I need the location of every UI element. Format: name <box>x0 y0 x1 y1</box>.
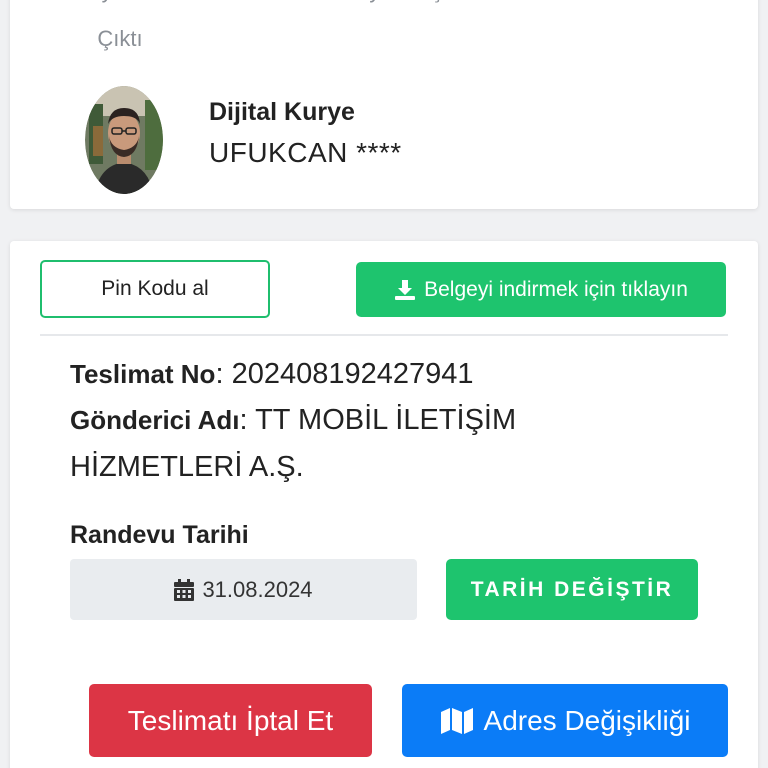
sender-name-label: Gönderici Adı <box>70 405 240 435</box>
step-on-the-way-label-bottom: Çıktı <box>97 26 143 51</box>
step-on-the-way-label-top: Kurye Yola <box>40 0 200 8</box>
calendar-icon <box>174 578 195 601</box>
sender-name-value-line2: HİZMETLERİ A.Ş. <box>70 451 304 483</box>
cancel-delivery-label: Teslimatı İptal Et <box>127 704 334 736</box>
divider <box>40 334 728 336</box>
appointment-date-field[interactable]: 31.08.2024 <box>70 559 417 620</box>
avatar <box>85 86 163 194</box>
address-change-button[interactable]: Adres Değişikliği <box>402 684 728 757</box>
delivery-number-label: Teslimat No <box>70 359 216 389</box>
appointment-date-value: 31.08.2024 <box>202 576 313 602</box>
delivery-tracking-page: Kurye Yola Çıktı Kurye Ulaştı Tamamlandı <box>0 0 768 768</box>
sender-name-value-line1: TT MOBİL İLETİŞİM <box>255 404 517 436</box>
appointment-date-label: Randevu Tarihi <box>70 521 249 549</box>
get-pin-code-button[interactable]: Pin Kodu al <box>40 260 270 318</box>
get-pin-code-label: Pin Kodu al <box>101 277 209 300</box>
download-document-button[interactable]: Belgeyi indirmek için tıklayın <box>356 262 726 317</box>
courier-card: Kurye Yola Çıktı Kurye Ulaştı Tamamlandı <box>10 0 760 209</box>
courier-role: Dijital Kurye <box>209 98 355 126</box>
sender-name: Gönderici Adı: TT MOBİL İLETİŞİM <box>70 404 517 436</box>
courier-name: UFUKCAN **** <box>209 137 402 168</box>
step-arrived-label: Kurye Ulaştı <box>295 0 495 8</box>
step-completed-label: Tamamlandı <box>570 0 760 8</box>
delivery-details-card: Pin Kodu al Belgeyi indirmek için tıklay… <box>10 241 758 768</box>
map-icon <box>440 707 473 734</box>
change-date-button[interactable]: TARİH DEĞİŞTİR <box>446 559 698 620</box>
download-document-label: Belgeyi indirmek için tıklayın <box>424 277 688 301</box>
cancel-delivery-button[interactable]: Teslimatı İptal Et <box>89 684 372 757</box>
delivery-number: Teslimat No: 202408192427941 <box>70 358 474 390</box>
change-date-label: TARİH DEĞİŞTİR <box>470 577 674 601</box>
download-icon <box>395 279 416 300</box>
delivery-number-value: 202408192427941 <box>231 358 474 390</box>
address-change-label: Adres Değişikliği <box>483 704 691 736</box>
